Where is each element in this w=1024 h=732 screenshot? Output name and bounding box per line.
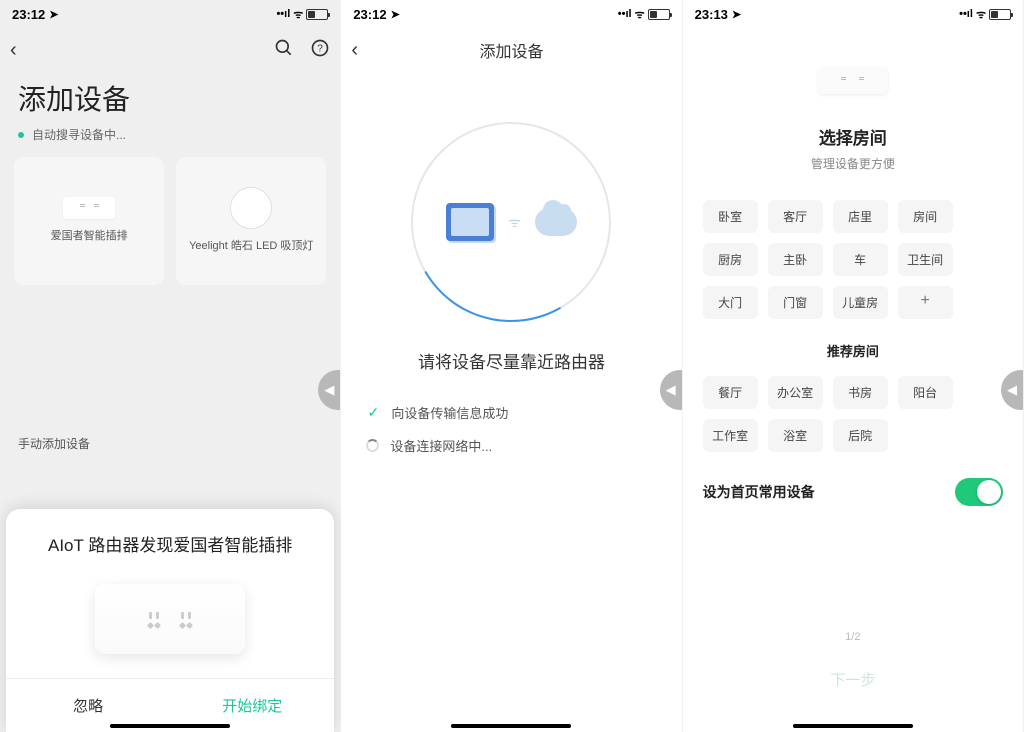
wifi-icon: ᯤ [293, 7, 303, 22]
room-chip[interactable]: 车 [833, 243, 888, 276]
homepage-toggle-label: 设为首页常用设备 [703, 482, 815, 502]
searching-label: 自动搜寻设备中... [32, 126, 126, 143]
battery-icon [306, 9, 328, 20]
sheet-title: AIoT 路由器发现爱国者智能插排 [20, 531, 320, 556]
room-chip[interactable]: 房间 [898, 200, 953, 233]
room-chip[interactable]: 后院 [833, 419, 888, 452]
status-row-success: ✓ 向设备传输信息成功 [365, 403, 657, 422]
select-room-subtitle: 管理设备更方便 [703, 155, 1003, 172]
status-row-loading: 设备连接网络中... [365, 436, 657, 455]
screen-select-room: 23:13 ➤ ••ıl ᯤ 选择房间 管理设备更方便 卧室 客厅 店里 房间 … [683, 0, 1024, 732]
ceiling-light-icon [230, 187, 272, 229]
page-title: 添加设备 [0, 72, 340, 126]
device-label: 爱国者智能插排 [45, 229, 134, 244]
room-chip[interactable]: 卧室 [703, 200, 758, 233]
wifi-icon: ᯤ [976, 7, 986, 22]
room-chip[interactable]: 儿童房 [833, 286, 888, 319]
pager-label: 1/2 [683, 631, 1023, 643]
device-card-ceiling-light[interactable]: Yeelight 皓石 LED 吸顶灯 [176, 157, 326, 285]
device-card-power-strip[interactable]: 爱国者智能插排 [14, 157, 164, 285]
check-icon: ✓ [365, 404, 381, 421]
room-chip[interactable]: 浴室 [768, 419, 823, 452]
help-icon[interactable]: ? [310, 38, 330, 63]
room-chip[interactable]: 客厅 [768, 200, 823, 233]
progress-spinner: ᯤ [411, 122, 611, 322]
location-icon: ➤ [732, 8, 741, 21]
recommend-section-title: 推荐房间 [703, 341, 1003, 360]
search-icon[interactable] [274, 38, 294, 63]
home-indicator[interactable] [451, 724, 571, 728]
select-room-title: 选择房间 [703, 124, 1003, 149]
room-chip[interactable]: 餐厅 [703, 376, 758, 409]
status-time: 23:13 [695, 7, 728, 22]
room-chip[interactable]: 卫生间 [898, 243, 953, 276]
discovery-sheet: AIoT 路由器发现爱国者智能插排 忽略 开始绑定 [6, 509, 334, 732]
room-chip[interactable]: 店里 [833, 200, 888, 233]
room-chip[interactable]: 厨房 [703, 243, 758, 276]
power-strip-icon [63, 197, 115, 219]
cellular-icon: ••ıl [276, 8, 290, 20]
next-button[interactable]: 下一步 [703, 657, 1003, 702]
status-text: 设备连接网络中... [390, 436, 492, 455]
status-text: 向设备传输信息成功 [391, 403, 508, 422]
status-time: 23:12 [353, 7, 386, 22]
hint-message: 请将设备尽量靠近路由器 [341, 348, 681, 373]
router-icon [446, 203, 494, 241]
room-chip[interactable]: 主卧 [768, 243, 823, 276]
wifi-icon: ᯤ [635, 7, 645, 22]
status-bar: 23:13 ➤ ••ıl ᯤ [683, 0, 1023, 28]
device-thumbnail [818, 68, 888, 94]
home-indicator[interactable] [110, 724, 230, 728]
add-room-button[interactable]: + [898, 286, 953, 319]
status-bar: 23:12 ➤ ••ıl ᯤ [341, 0, 681, 28]
room-chip[interactable]: 办公室 [768, 376, 823, 409]
homepage-toggle[interactable] [955, 478, 1003, 506]
back-button[interactable]: ‹ [351, 39, 381, 62]
loading-icon [366, 439, 379, 452]
nav-title: 添加设备 [341, 38, 681, 62]
power-strip-image [95, 584, 245, 654]
room-chip[interactable]: 门窗 [768, 286, 823, 319]
side-drawer-handle[interactable]: ◀ [318, 370, 340, 410]
location-icon: ➤ [391, 8, 400, 21]
back-button[interactable]: ‹ [10, 39, 40, 62]
svg-text:?: ? [318, 43, 324, 54]
room-chip[interactable]: 大门 [703, 286, 758, 319]
nav-bar: ‹ 添加设备 [341, 28, 681, 72]
manual-add-label: 手动添加设备 [0, 435, 340, 452]
cellular-icon: ••ıl [618, 8, 632, 20]
screen-add-device-list: 23:12 ➤ ••ıl ᯤ ‹ ? 添加设备 自动搜寻设备中... [0, 0, 341, 732]
searching-status: 自动搜寻设备中... [0, 126, 340, 157]
cellular-icon: ••ıl [959, 8, 973, 20]
nav-bar: ‹ ? [0, 28, 340, 72]
room-chip[interactable]: 阳台 [898, 376, 953, 409]
recommend-room-list: 餐厅 办公室 书房 阳台 工作室 浴室 后院 [703, 376, 1003, 452]
room-list: 卧室 客厅 店里 房间 厨房 主卧 车 卫生间 大门 门窗 儿童房 + [703, 200, 1003, 319]
status-bar: 23:12 ➤ ••ıl ᯤ [0, 0, 340, 28]
room-chip[interactable]: 工作室 [703, 419, 758, 452]
room-chip[interactable]: 书房 [833, 376, 888, 409]
status-dot-icon [18, 132, 24, 138]
wifi-signal-icon: ᯤ [508, 213, 521, 232]
cloud-icon [535, 208, 577, 236]
home-indicator[interactable] [793, 724, 913, 728]
location-icon: ➤ [49, 8, 58, 21]
battery-icon [648, 9, 670, 20]
status-time: 23:12 [12, 7, 45, 22]
battery-icon [989, 9, 1011, 20]
screen-connecting: 23:12 ➤ ••ıl ᯤ ‹ 添加设备 ᯤ 请将设备尽量靠近路由器 ✓ 向设… [341, 0, 682, 732]
device-label: Yeelight 皓石 LED 吸顶灯 [183, 239, 319, 254]
